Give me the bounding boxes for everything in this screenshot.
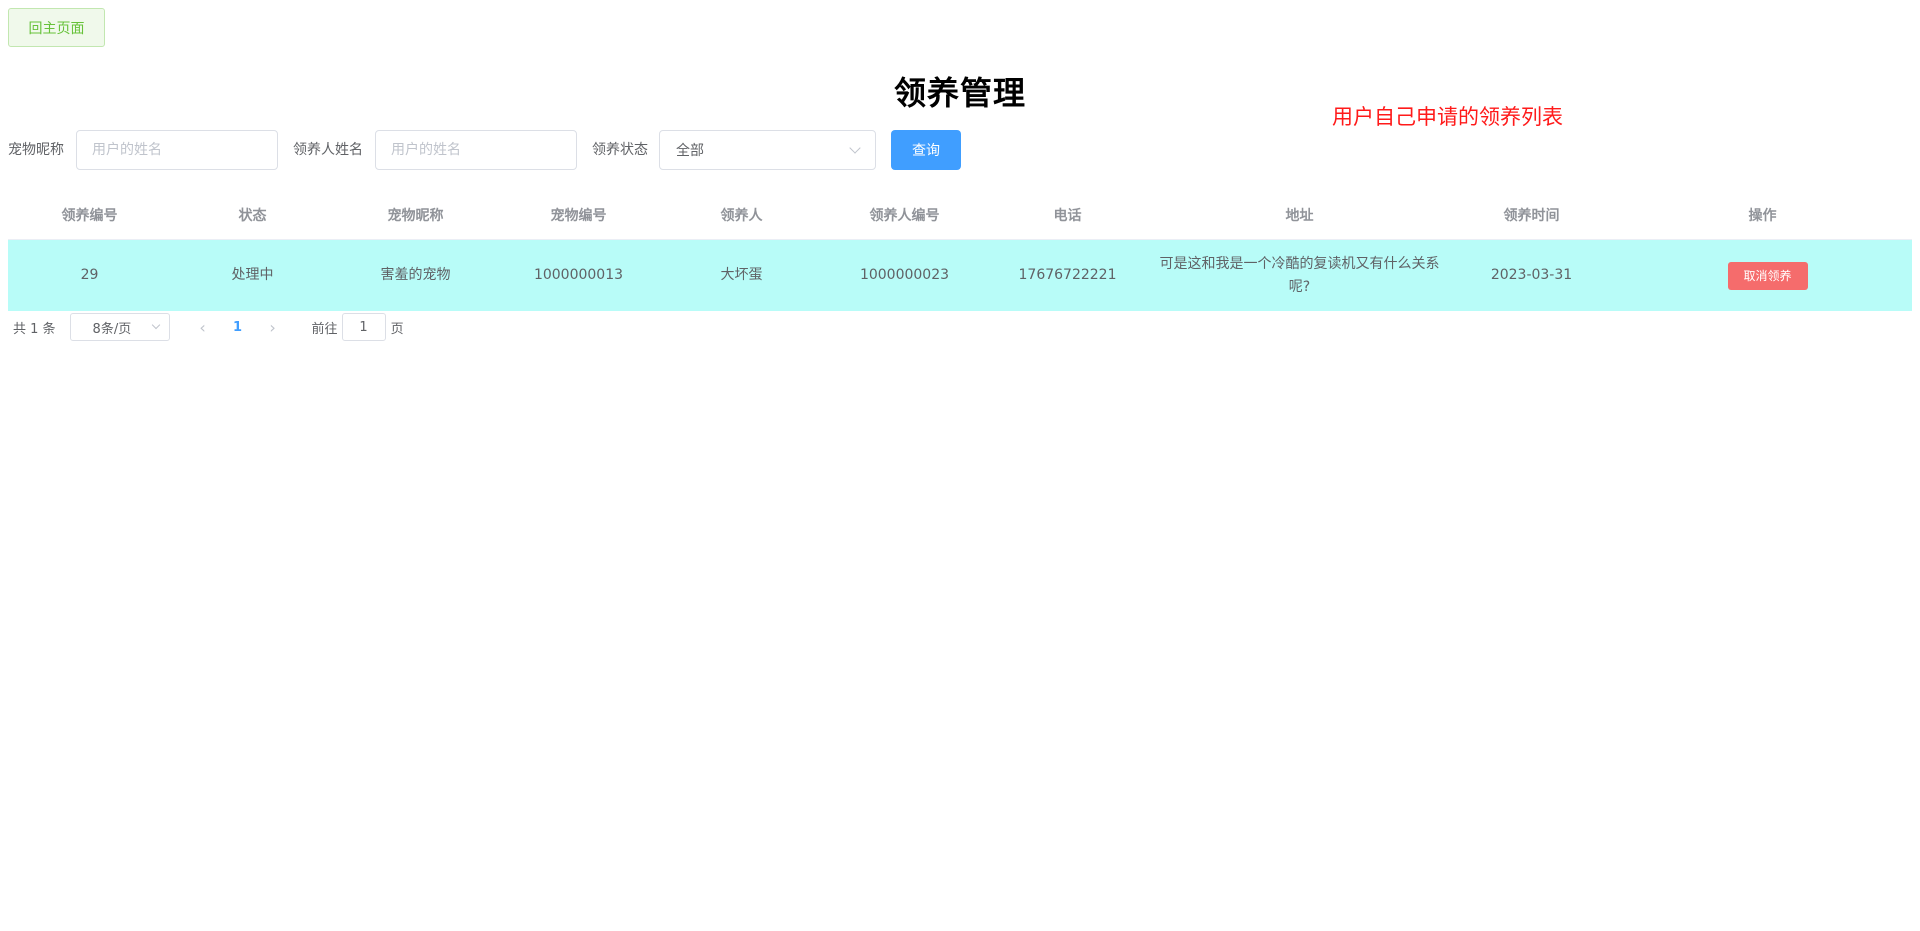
pagination: 共 1 条 8条/页 ‹ 1 › 前往 页 — [8, 313, 404, 341]
table-header: 领养编号 状态 宠物昵称 宠物编号 领养人 领养人编号 电话 地址 领养时间 操… — [8, 193, 1912, 240]
cell-date: 2023-03-31 — [1490, 267, 1573, 283]
header-phone: 电话 — [1053, 207, 1082, 224]
header-pet-name: 宠物昵称 — [387, 207, 444, 224]
header-pet-id: 宠物编号 — [550, 207, 607, 224]
page-size-value: 8条/页 — [92, 321, 132, 337]
page: 回主页面 领养管理 用户自己申请的领养列表 宠物昵称 领养人姓名 领养状态 全部… — [0, 0, 1920, 931]
header-action: 操作 — [1748, 207, 1777, 224]
status-label: 领养状态 — [592, 142, 648, 158]
cell-adoption-id: 29 — [80, 267, 99, 283]
goto-page-input[interactable] — [341, 313, 386, 341]
home-button[interactable]: 回主页面 — [8, 8, 105, 47]
cell-adopter: 大坏蛋 — [720, 267, 763, 283]
header-date: 领养时间 — [1503, 207, 1560, 224]
note-text: 用户自己申请的领养列表 — [1332, 105, 1563, 129]
chevron-right-icon[interactable]: › — [258, 313, 288, 341]
status-select[interactable]: 全部 — [659, 130, 876, 170]
query-button[interactable]: 查询 — [891, 130, 961, 170]
pet-name-input[interactable] — [76, 130, 278, 170]
cell-status: 处理中 — [231, 267, 274, 283]
table-row[interactable]: 29 处理中 害羞的宠物 1000000013 大坏蛋 1000000023 1… — [8, 240, 1912, 311]
cell-action: 取消领养 — [1613, 261, 1912, 290]
adopter-name-label: 领养人姓名 — [293, 142, 363, 158]
header-address: 地址 — [1285, 207, 1314, 224]
header-adoption-id: 领养编号 — [61, 207, 118, 224]
page-suffix: 页 — [390, 321, 404, 337]
adoption-table: 领养编号 状态 宠物昵称 宠物编号 领养人 领养人编号 电话 地址 领养时间 操… — [8, 193, 1912, 311]
page-size-select[interactable]: 8条/页 — [69, 313, 170, 341]
goto-label: 前往 — [311, 321, 338, 337]
cell-adopter-id: 1000000023 — [859, 267, 950, 283]
chevron-down-icon — [849, 141, 861, 154]
pet-name-label: 宠物昵称 — [8, 142, 64, 158]
pagination-total: 共 1 条 — [13, 321, 56, 337]
chevron-down-icon — [151, 320, 160, 330]
header-adopter: 领养人 — [720, 207, 763, 224]
chevron-left-icon[interactable]: ‹ — [188, 313, 218, 341]
header-status: 状态 — [238, 207, 267, 224]
page-title: 领养管理 — [893, 74, 1026, 112]
cell-pet-id: 1000000013 — [533, 267, 624, 283]
cell-phone: 17676722221 — [1018, 267, 1117, 283]
cell-pet-name: 害羞的宠物 — [380, 267, 451, 283]
status-select-value: 全部 — [676, 143, 704, 159]
header-adopter-id: 领养人编号 — [869, 207, 940, 224]
cancel-adoption-button[interactable]: 取消领养 — [1727, 261, 1808, 290]
cell-address: 可是这和我是一个冷酷的复读机又有什么关系呢? — [1159, 255, 1440, 295]
adopter-name-input[interactable] — [375, 130, 577, 170]
page-number-current[interactable]: 1 — [218, 320, 258, 335]
